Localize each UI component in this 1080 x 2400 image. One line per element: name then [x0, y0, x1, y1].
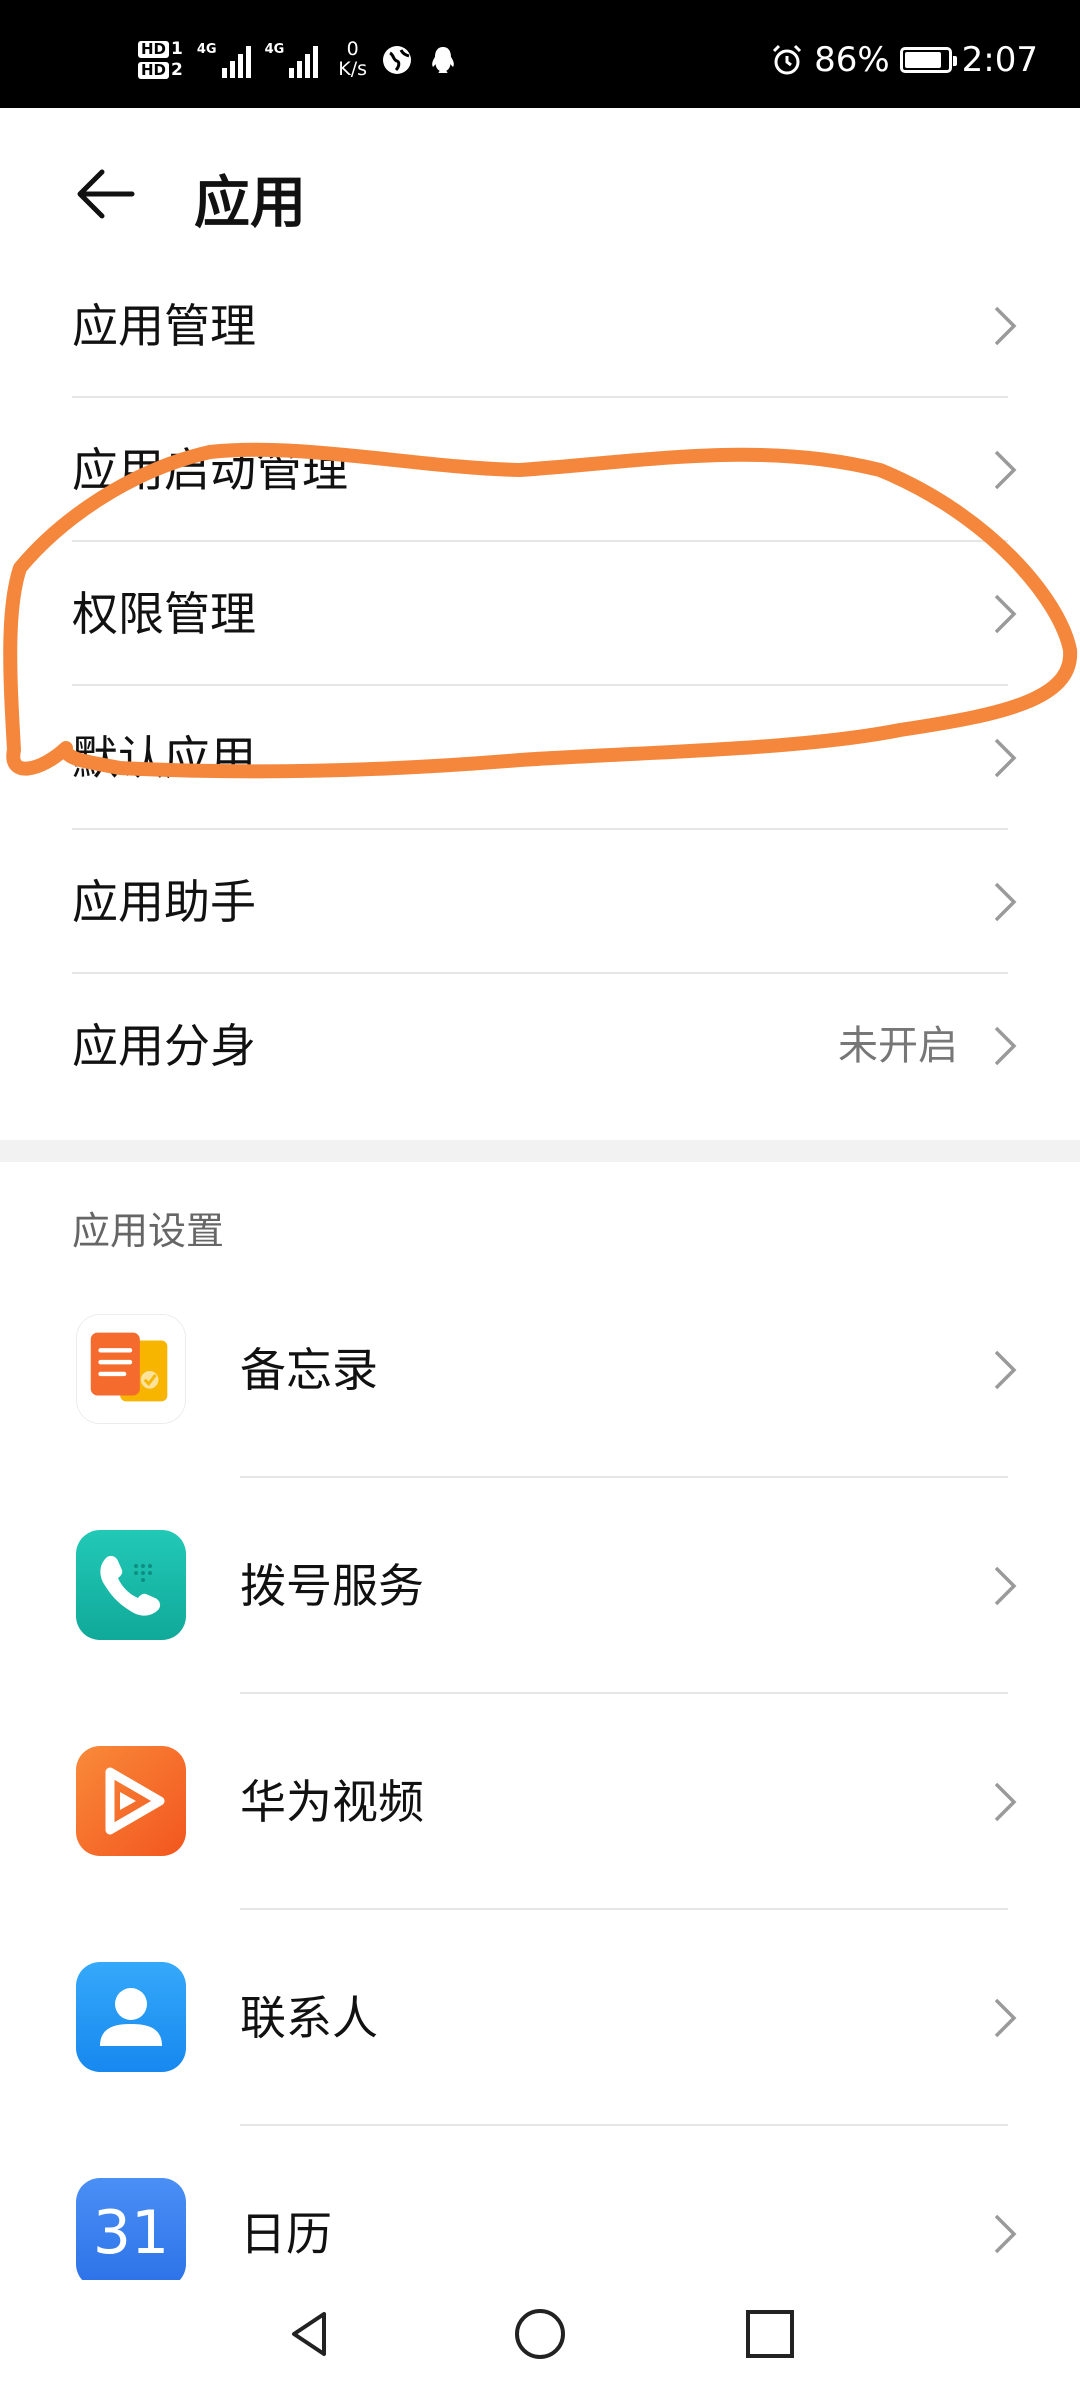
battery-percent: 86%: [814, 40, 890, 80]
chevron-right-icon: [994, 594, 1017, 634]
back-triangle-icon[interactable]: [280, 2304, 340, 2364]
section-title: 应用设置: [72, 1209, 225, 1253]
contact-icon: [76, 1962, 186, 2072]
sim2-indicator: HD 2: [138, 62, 183, 79]
sim1-indicator: HD 1: [138, 41, 183, 58]
menu-item-default-apps[interactable]: 默认应用: [0, 686, 1080, 830]
menu-item-app-twin[interactable]: 应用分身 未开启: [0, 974, 1080, 1118]
page-header: 应用: [0, 108, 1080, 278]
alarm-icon: [773, 44, 802, 75]
menu-item-label: 应用管理: [72, 299, 256, 353]
network-speed: 0 K/s: [338, 38, 368, 80]
app-settings-list: 备忘录 拨号服务 华为视频 联系人 31 日历: [0, 1262, 1080, 2342]
hd1-badge: HD: [138, 41, 170, 58]
qq-icon: [432, 47, 454, 73]
page-title: 应用: [194, 171, 306, 236]
hd2-badge: HD: [138, 62, 170, 79]
chevron-right-icon: [994, 1566, 1017, 1606]
net2-label: 4G: [264, 42, 285, 57]
navigation-bar: [0, 2280, 1080, 2400]
sim2-number: 2: [171, 60, 183, 80]
browser-icon: [383, 46, 412, 74]
arrow-left-icon[interactable]: [72, 164, 142, 224]
status-left: HD 1 HD 2 4G 4G 0 K/s: [138, 30, 459, 90]
signal-1-icon: 4G: [197, 42, 251, 78]
menu-item-app-launch-management[interactable]: 应用启动管理: [0, 398, 1080, 542]
menu-item-app-management[interactable]: 应用管理: [0, 254, 1080, 398]
menu-item-label: 应用分身: [72, 1019, 256, 1073]
chevron-right-icon: [994, 1998, 1017, 2038]
home-circle-icon[interactable]: [510, 2304, 570, 2364]
menu-item-label: 权限管理: [72, 587, 256, 641]
speed-unit: K/s: [338, 58, 368, 80]
chevron-right-icon: [994, 450, 1017, 490]
calendar-icon: 31: [76, 2178, 186, 2288]
app-item-label: 拨号服务: [240, 1559, 424, 1613]
chevron-right-icon: [994, 2214, 1017, 2254]
app-item-label: 备忘录: [240, 1343, 378, 1397]
app-twin-status: 未开启: [838, 1023, 958, 1069]
clock-time: 2:07: [961, 40, 1038, 80]
app-item-contacts[interactable]: 联系人: [0, 1910, 1080, 2126]
menu-item-label: 应用助手: [72, 875, 256, 929]
menu-item-label: 应用启动管理: [72, 443, 348, 497]
video-play-icon: [76, 1746, 186, 1856]
app-item-label: 联系人: [240, 1991, 378, 2045]
chevron-right-icon: [994, 1026, 1017, 1066]
app-item-memo[interactable]: 备忘录: [0, 1262, 1080, 1478]
status-bar: HD 1 HD 2 4G 4G 0 K/s 86% 2:07: [0, 0, 1080, 108]
chevron-right-icon: [994, 306, 1017, 346]
status-right: 86% 2:07: [770, 30, 1038, 90]
speed-value: 0: [346, 38, 359, 61]
chevron-right-icon: [994, 1782, 1017, 1822]
chevron-right-icon: [994, 738, 1017, 778]
chevron-right-icon: [994, 882, 1017, 922]
sim1-number: 1: [171, 39, 183, 59]
app-item-huawei-video[interactable]: 华为视频: [0, 1694, 1080, 1910]
signal-2-icon: 4G: [265, 42, 319, 78]
net1-label: 4G: [196, 42, 217, 57]
notepad-icon: [76, 1314, 186, 1424]
app-menu-list: 应用管理 应用启动管理 权限管理 默认应用 应用助手 应用分身 未开启: [0, 254, 1080, 1118]
chevron-right-icon: [994, 1350, 1017, 1390]
menu-item-app-assistant[interactable]: 应用助手: [0, 830, 1080, 974]
app-item-dialer[interactable]: 拨号服务: [0, 1478, 1080, 1694]
section-separator: [0, 1140, 1080, 1162]
recents-square-icon[interactable]: [740, 2304, 800, 2364]
menu-item-label: 默认应用: [72, 731, 256, 785]
calendar-icon-day: 31: [92, 2198, 170, 2268]
sim-indicators: HD 1 HD 2: [138, 41, 183, 79]
app-item-label: 华为视频: [240, 1775, 424, 1829]
battery-fill: [904, 52, 941, 68]
battery-icon: [899, 47, 957, 73]
menu-item-permission-management[interactable]: 权限管理: [0, 542, 1080, 686]
phone-icon: [76, 1530, 186, 1640]
